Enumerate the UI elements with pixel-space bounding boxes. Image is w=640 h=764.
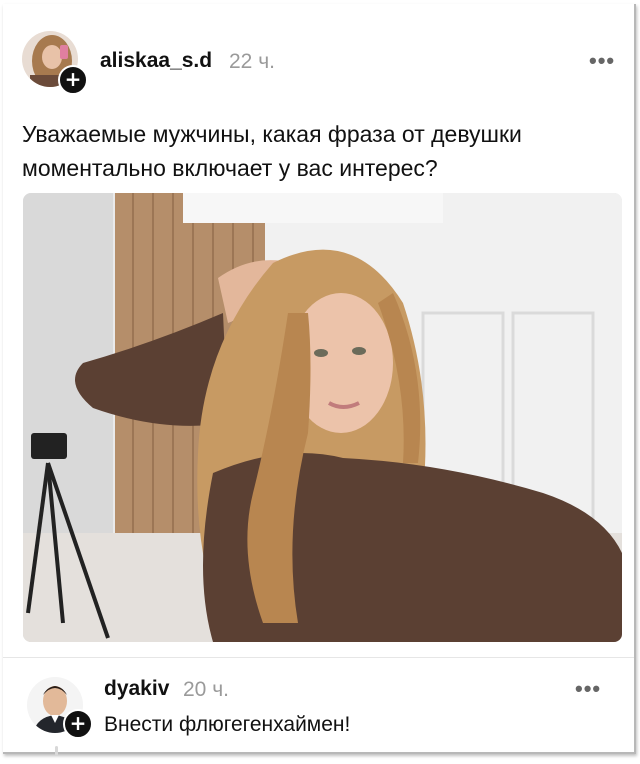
- reply-timestamp: 20 ч.: [183, 678, 229, 701]
- selfie-image: [23, 193, 622, 642]
- reply-username[interactable]: dyakiv: [104, 677, 169, 701]
- post-photo[interactable]: [23, 193, 622, 642]
- author-username[interactable]: aliskaa_s.d: [100, 49, 212, 73]
- reply-follow-plus-icon[interactable]: +: [63, 709, 93, 739]
- screenshot-frame: + aliskaa_s.d 22 ч. ••• Уважаемые мужчин…: [0, 0, 640, 764]
- post-text: Уважаемые мужчины, какая фраза от девушк…: [22, 121, 522, 181]
- thread-line: [55, 746, 58, 756]
- post-timestamp: 22 ч.: [229, 50, 275, 73]
- follow-plus-icon[interactable]: +: [58, 65, 88, 95]
- divider: [3, 657, 634, 658]
- reply-more-options-icon[interactable]: •••: [575, 676, 601, 702]
- post-more-options-icon[interactable]: •••: [589, 48, 615, 74]
- post-card: + aliskaa_s.d 22 ч. ••• Уважаемые мужчин…: [3, 4, 636, 756]
- reply-text: Внести флюгегенхаймен!: [104, 713, 351, 736]
